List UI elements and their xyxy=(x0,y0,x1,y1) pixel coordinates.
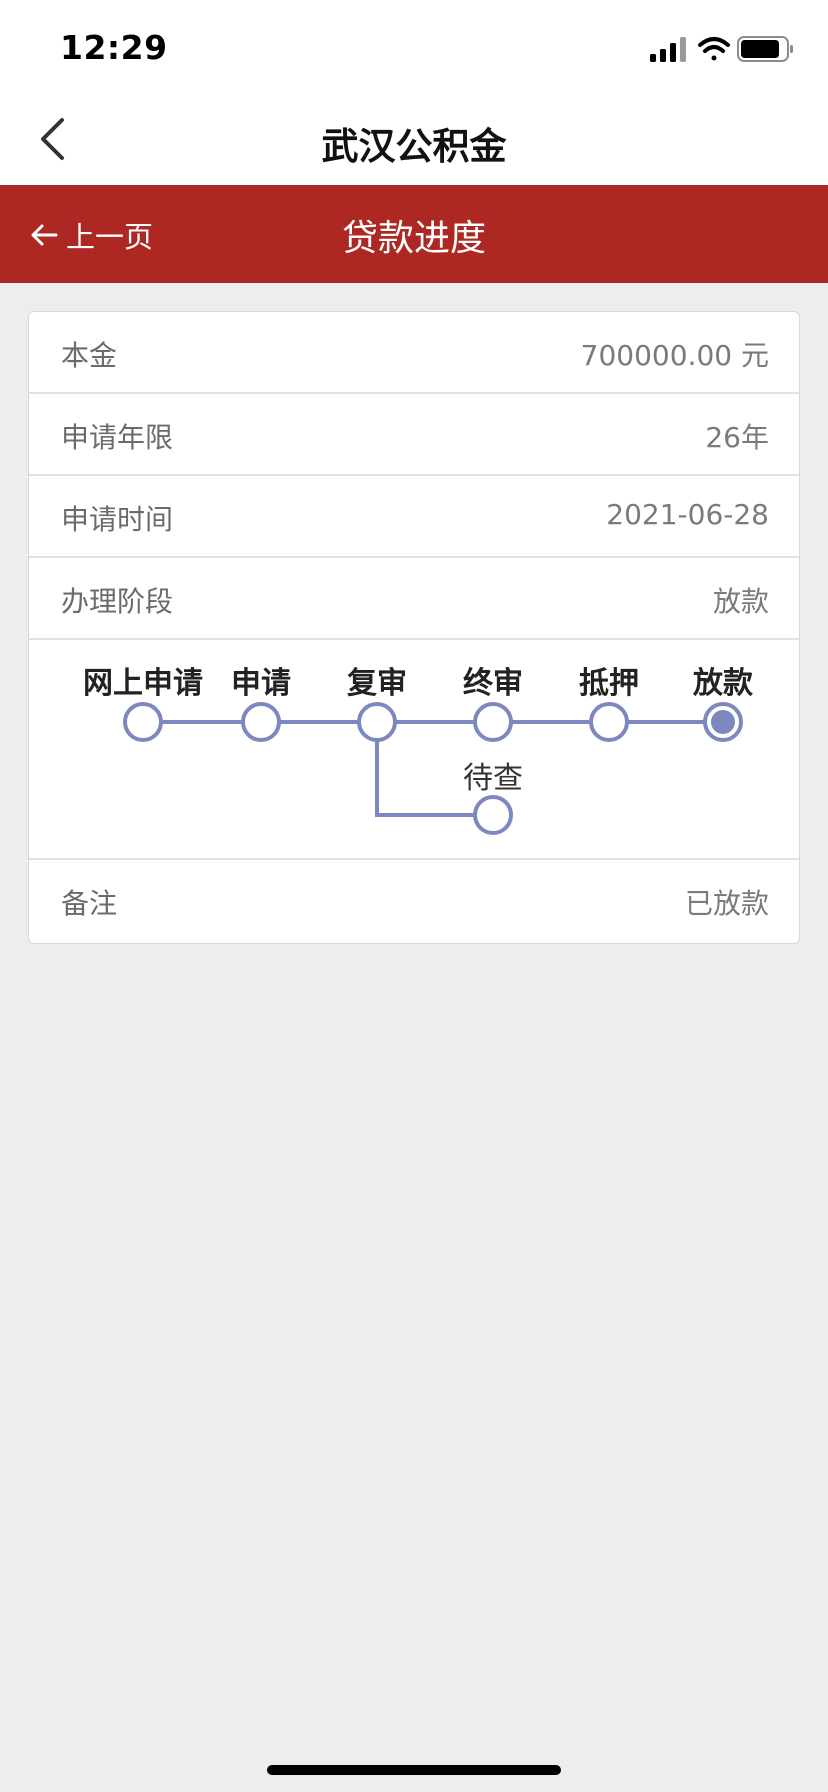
step-node-final-review xyxy=(473,702,513,742)
apply-time-value: 2021-06-28 xyxy=(606,498,769,531)
cellular-signal-icon xyxy=(650,37,686,62)
page-header: 上一页 贷款进度 xyxy=(0,185,828,283)
step-label-pending: 待查 xyxy=(463,761,523,796)
principal-value: 700000.00 元 xyxy=(580,339,769,372)
step-node-review xyxy=(357,702,397,742)
principal-label: 本金 xyxy=(61,339,118,372)
nav-title: 武汉公积金 xyxy=(321,125,507,168)
status-icons xyxy=(650,34,796,64)
wifi-icon xyxy=(698,37,730,61)
home-indicator[interactable] xyxy=(267,1765,561,1775)
step-label-online-apply: 网上申请 xyxy=(83,666,203,701)
nav-bar: 武汉公积金 xyxy=(0,92,828,185)
remark-value: 已放款 xyxy=(684,887,769,920)
loan-progress-card: 本金 700000.00 元 申请年限 26年 申请时间 2021-06-28 … xyxy=(28,311,800,944)
progress-connectors xyxy=(143,720,723,817)
step-node-online-apply xyxy=(123,702,163,742)
term-label: 申请年限 xyxy=(61,421,174,454)
term-value: 26年 xyxy=(705,421,769,454)
step-node-mortgage xyxy=(589,702,629,742)
page-title: 贷款进度 xyxy=(341,218,486,259)
step-node-pending xyxy=(473,795,513,835)
remark-label: 备注 xyxy=(61,887,118,920)
battery-icon xyxy=(737,36,793,62)
step-label-review: 复审 xyxy=(347,666,407,701)
progress-diagram: 网上申请 申请 复审 终审 抵押 放款 待查 xyxy=(29,640,799,860)
step-node-apply xyxy=(241,702,281,742)
step-node-disbursement xyxy=(703,702,743,742)
apply-time-label: 申请时间 xyxy=(61,503,174,536)
status-bar: 12:29 xyxy=(0,0,828,92)
stage-row: 办理阶段 放款 xyxy=(29,558,799,640)
term-row: 申请年限 26年 xyxy=(29,394,799,476)
step-label-apply: 申请 xyxy=(231,666,291,701)
step-label-mortgage: 抵押 xyxy=(579,666,639,701)
step-label-final-review: 终审 xyxy=(463,666,523,701)
stage-label: 办理阶段 xyxy=(61,585,174,618)
stage-value: 放款 xyxy=(712,585,769,618)
status-time: 12:29 xyxy=(60,28,168,67)
remark-row: 备注 已放款 xyxy=(29,860,799,942)
principal-row: 本金 700000.00 元 xyxy=(29,312,799,394)
apply-time-row: 申请时间 2021-06-28 xyxy=(29,476,799,558)
step-label-disbursement: 放款 xyxy=(693,666,753,701)
